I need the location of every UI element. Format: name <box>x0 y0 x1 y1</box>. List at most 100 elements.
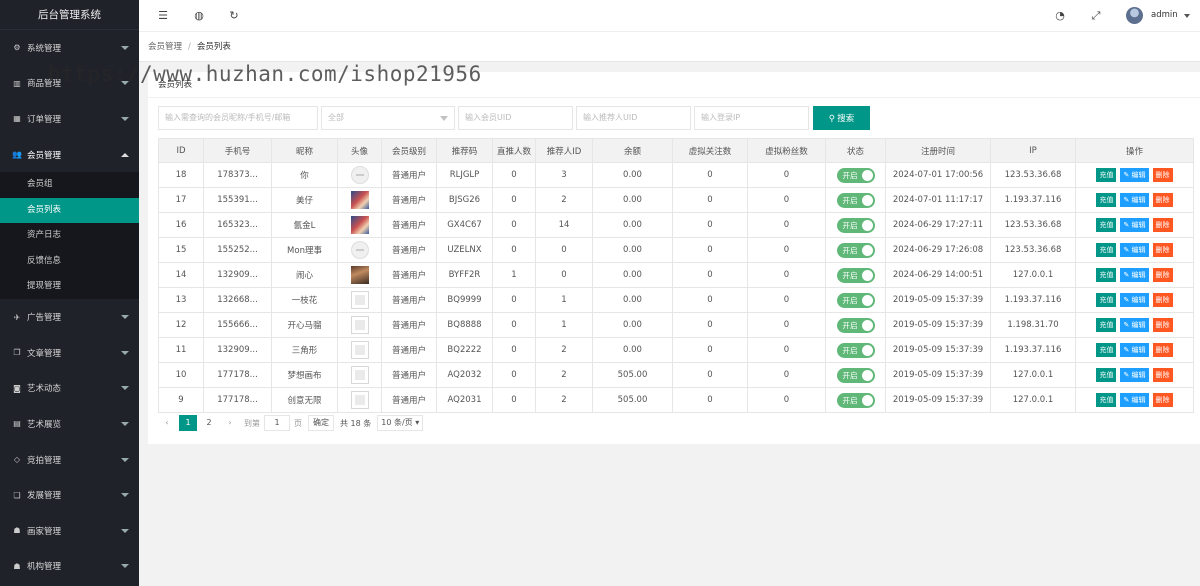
referrer-uid-input[interactable]: 输入推荐人UID <box>576 106 691 130</box>
sidebar-item-7[interactable]: ▤ 艺术展览 <box>0 406 139 442</box>
search-button[interactable]: ⚲ 搜索 <box>813 106 870 130</box>
admin-username[interactable]: admin <box>1151 10 1178 20</box>
keyword-search-input[interactable]: 输入需查询的会员昵称/手机号/邮箱 <box>158 106 318 130</box>
status-toggle[interactable]: 开启 <box>836 392 875 408</box>
status-toggle[interactable]: 开启 <box>836 192 875 208</box>
recharge-button[interactable]: 充值 <box>1096 293 1117 307</box>
recharge-button[interactable]: 充值 <box>1096 393 1117 407</box>
status-toggle[interactable]: 开启 <box>836 317 875 333</box>
edit-button[interactable]: ✎ 编辑 <box>1120 168 1149 182</box>
member-level-select[interactable]: 全部 <box>321 106 455 130</box>
status-toggle[interactable]: 开启 <box>836 242 875 258</box>
recharge-button[interactable]: 充值 <box>1096 268 1117 282</box>
status-toggle[interactable]: 开启 <box>836 292 875 308</box>
goto-confirm-button[interactable]: 确定 <box>308 415 334 431</box>
cell-avatar <box>337 212 382 238</box>
next-page-button[interactable]: › <box>221 415 239 431</box>
recharge-button[interactable]: 充值 <box>1096 318 1117 332</box>
sidebar-subitem-2[interactable]: 资产日志 <box>0 223 139 248</box>
delete-button[interactable]: 删除 <box>1152 293 1173 307</box>
edit-button[interactable]: ✎ 编辑 <box>1120 268 1149 282</box>
delete-button[interactable]: 删除 <box>1152 193 1173 207</box>
globe-icon[interactable]: ◍ <box>192 9 206 23</box>
sidebar-item-5[interactable]: ❐ 文章管理 <box>0 335 139 371</box>
cell-ref: 0 <box>535 237 593 263</box>
menu-fold-icon[interactable]: ☰ <box>156 9 170 23</box>
delete-button[interactable]: 删除 <box>1152 343 1173 357</box>
chevron-down-icon[interactable] <box>1184 14 1190 18</box>
sidebar-item-4[interactable]: ✈ 广告管理 <box>0 299 139 335</box>
sidebar-item-10[interactable]: ☗ 画家管理 <box>0 513 139 549</box>
edit-button[interactable]: ✎ 编辑 <box>1120 318 1149 332</box>
edit-button[interactable]: ✎ 编辑 <box>1120 193 1149 207</box>
prev-page-button[interactable]: ‹ <box>158 415 176 431</box>
page-2-button[interactable]: 2 <box>200 415 218 431</box>
cell-ref: 3 <box>535 162 593 188</box>
avatar <box>350 191 369 209</box>
recharge-button[interactable]: 充值 <box>1096 168 1117 182</box>
delete-button[interactable]: 删除 <box>1152 243 1173 257</box>
status-toggle[interactable]: 开启 <box>836 167 875 183</box>
column-header: 状态 <box>825 138 886 163</box>
sidebar-item-6[interactable]: ◙ 艺术动态 <box>0 371 139 407</box>
status-toggle[interactable]: 开启 <box>836 217 875 233</box>
cell-status: 开启 <box>825 212 886 238</box>
delete-button[interactable]: 删除 <box>1152 368 1173 382</box>
sidebar-item-3[interactable]: 👥 会员管理 <box>0 137 139 173</box>
breadcrumb-parent[interactable]: 会员管理 <box>148 42 182 52</box>
cell-direct: 0 <box>492 162 536 188</box>
cell-id: 10 <box>158 362 204 388</box>
delete-button[interactable]: 删除 <box>1152 318 1173 332</box>
login-ip-input[interactable]: 输入登录IP <box>694 106 809 130</box>
edit-button[interactable]: ✎ 编辑 <box>1120 343 1149 357</box>
app-logo-title: 后台管理系统 <box>0 0 139 30</box>
status-toggle[interactable]: 开启 <box>836 367 875 383</box>
avatar[interactable] <box>1126 7 1143 24</box>
edit-button[interactable]: ✎ 编辑 <box>1120 243 1149 257</box>
sidebar-item-2[interactable]: ▦ 订单管理 <box>0 101 139 137</box>
sidebar-item-9[interactable]: ❏ 发展管理 <box>0 477 139 513</box>
avatar <box>350 241 369 259</box>
page-1-button[interactable]: 1 <box>179 415 197 431</box>
recharge-button[interactable]: 充值 <box>1096 368 1117 382</box>
cell-balance: 0.00 <box>592 287 673 313</box>
sidebar-subitem-3[interactable]: 反馈信息 <box>0 249 139 274</box>
member-uid-input[interactable]: 输入会员UID <box>458 106 573 130</box>
sidebar-item-8[interactable]: ◇ 竞拍管理 <box>0 442 139 478</box>
delete-button[interactable]: 删除 <box>1152 393 1173 407</box>
recharge-button[interactable]: 充值 <box>1096 343 1117 357</box>
recharge-button[interactable]: 充值 <box>1096 243 1117 257</box>
delete-button[interactable]: 删除 <box>1152 168 1173 182</box>
cell-id: 18 <box>158 162 204 188</box>
sidebar-item-11[interactable]: ☗ 机构管理 <box>0 548 139 584</box>
sidebar-item-0[interactable]: ⚙ 系统管理 <box>0 30 139 66</box>
sidebar-item-1[interactable]: ▥ 商品管理 <box>0 66 139 102</box>
recharge-button[interactable]: 充值 <box>1096 218 1117 232</box>
cell-status: 开启 <box>825 237 886 263</box>
fullscreen-icon[interactable]: ⤢ <box>1089 9 1103 23</box>
total-count: 共 18 条 <box>340 418 372 428</box>
status-toggle[interactable]: 开启 <box>836 342 875 358</box>
sidebar-subitem-0[interactable]: 会员组 <box>0 172 139 197</box>
recharge-button[interactable]: 充值 <box>1096 193 1117 207</box>
goto-page-input[interactable]: 1 <box>264 415 290 431</box>
edit-button[interactable]: ✎ 编辑 <box>1120 393 1149 407</box>
search-icon: ⚲ <box>828 113 835 123</box>
refresh-icon[interactable]: ↻ <box>227 9 241 23</box>
sidebar-subitem-4[interactable]: 提现管理 <box>0 274 139 299</box>
page-size-select[interactable]: 10 条/页 ▾ <box>377 415 424 431</box>
edit-button[interactable]: ✎ 编辑 <box>1120 368 1149 382</box>
status-toggle[interactable]: 开启 <box>836 267 875 283</box>
edit-button[interactable]: ✎ 编辑 <box>1120 218 1149 232</box>
sidebar-submenu: 会员组 会员列表 资产日志 反馈信息 提现管理 <box>0 172 139 300</box>
column-header: 注册时间 <box>885 138 991 163</box>
cell-ops: 充值 ✎ 编辑 删除 <box>1075 212 1194 238</box>
cell-id: 15 <box>158 237 204 263</box>
theme-icon[interactable]: ◔ <box>1053 9 1067 23</box>
sidebar-subitem-1[interactable]: 会员列表 <box>0 197 139 224</box>
delete-button[interactable]: 删除 <box>1152 268 1173 282</box>
edit-button[interactable]: ✎ 编辑 <box>1120 293 1149 307</box>
sidebar-item-label: 艺术动态 <box>27 384 62 395</box>
delete-button[interactable]: 删除 <box>1152 218 1173 232</box>
cell-ip: 1.193.37.116 <box>990 287 1076 313</box>
